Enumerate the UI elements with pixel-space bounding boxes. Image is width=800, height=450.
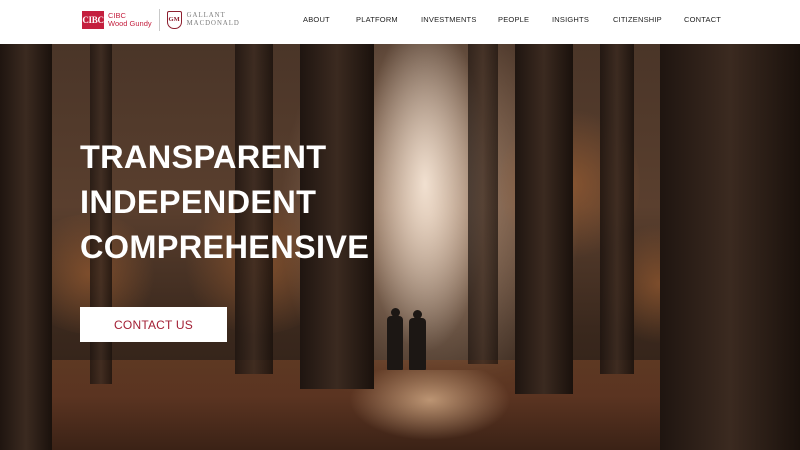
cibc-wordmark-line2: Wood Gundy (108, 19, 152, 28)
cibc-wordmark: CIBC Wood Gundy (108, 11, 152, 29)
hero-headline: TRANSPARENT INDEPENDENT COMPREHENSIVE (80, 135, 369, 270)
gm-wordmark: GALLANT MACDONALD (187, 12, 240, 28)
hero-section: TRANSPARENT INDEPENDENT COMPREHENSIVE CO… (0, 44, 800, 450)
nav-item-investments[interactable]: INVESTMENTS (421, 15, 477, 24)
cibc-logo-mark: CIBC (82, 11, 104, 29)
nav-item-insights[interactable]: INSIGHTS (552, 15, 589, 24)
contact-us-button[interactable]: CONTACT US (80, 307, 227, 342)
gm-seal-text: GM (168, 16, 180, 23)
site-header: CIBC CIBC Wood Gundy GM GALLANT MACDONAL… (0, 0, 800, 44)
gm-seal-icon: GM (166, 11, 182, 29)
headline-line-2: INDEPENDENT (80, 184, 317, 220)
gm-wordmark-line2: MACDONALD (186, 20, 240, 27)
nav-item-about[interactable]: ABOUT (303, 15, 330, 24)
gm-wordmark-line1: GALLANT (186, 12, 226, 19)
headline-line-1: TRANSPARENT (80, 139, 327, 175)
nav-item-citizenship[interactable]: CITIZENSHIP (613, 15, 662, 24)
headline-line-3: COMPREHENSIVE (80, 229, 370, 265)
nav-item-people[interactable]: PEOPLE (498, 15, 529, 24)
logo-divider (158, 9, 160, 31)
logo[interactable]: CIBC CIBC Wood Gundy GM GALLANT MACDONAL… (82, 9, 240, 31)
nav-item-contact[interactable]: CONTACT (684, 15, 721, 24)
nav-item-platform[interactable]: PLATFORM (356, 15, 398, 24)
